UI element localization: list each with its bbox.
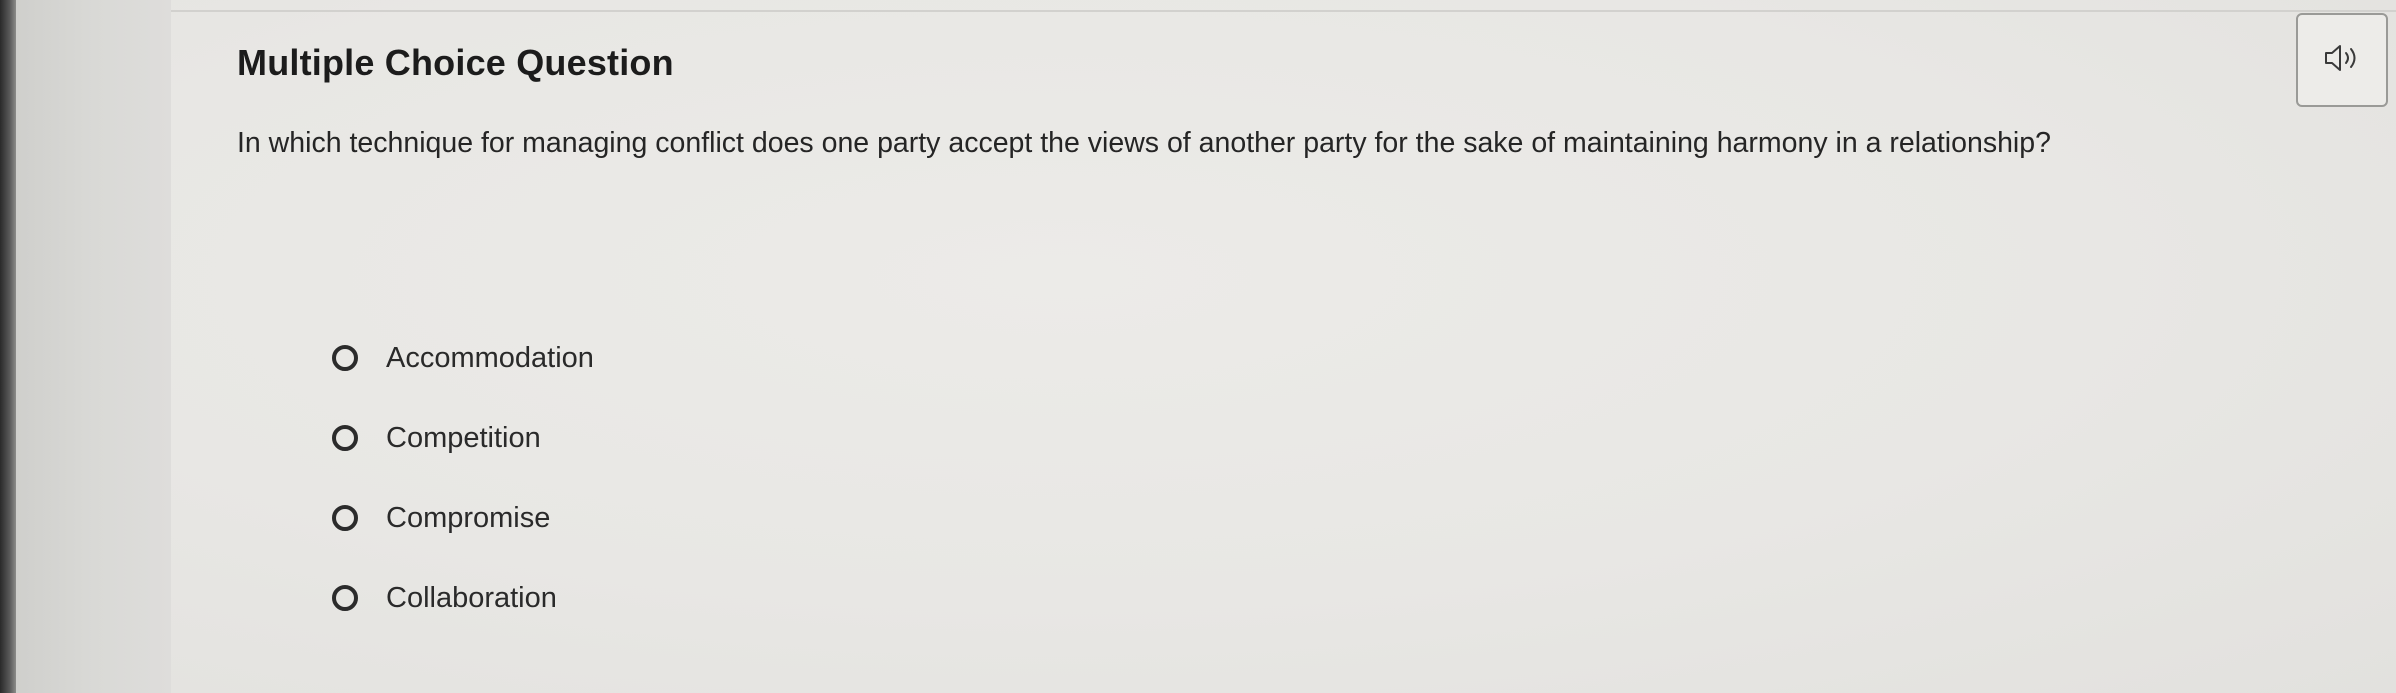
option-competition[interactable]: Competition <box>332 398 594 478</box>
question-type-heading: Multiple Choice Question <box>237 42 674 83</box>
question-prompt: In which technique for managing conflict… <box>237 127 2051 159</box>
option-compromise[interactable]: Compromise <box>332 478 594 558</box>
option-label: Compromise <box>386 501 551 534</box>
radio-button[interactable] <box>332 505 358 531</box>
radio-button[interactable] <box>332 425 358 451</box>
radio-button[interactable] <box>332 345 358 371</box>
option-collaboration[interactable]: Collaboration <box>332 558 594 638</box>
speaker-icon <box>2323 43 2361 78</box>
radio-button[interactable] <box>332 585 358 611</box>
answer-options: Accommodation Competition Compromise Col… <box>332 318 594 638</box>
left-margin <box>16 0 171 693</box>
option-label: Accommodation <box>386 341 594 374</box>
screen-bezel <box>0 0 16 693</box>
read-aloud-button[interactable] <box>2296 13 2388 107</box>
option-label: Collaboration <box>386 581 557 614</box>
option-accommodation[interactable]: Accommodation <box>332 318 594 398</box>
top-divider <box>171 10 2396 12</box>
option-label: Competition <box>386 421 541 454</box>
